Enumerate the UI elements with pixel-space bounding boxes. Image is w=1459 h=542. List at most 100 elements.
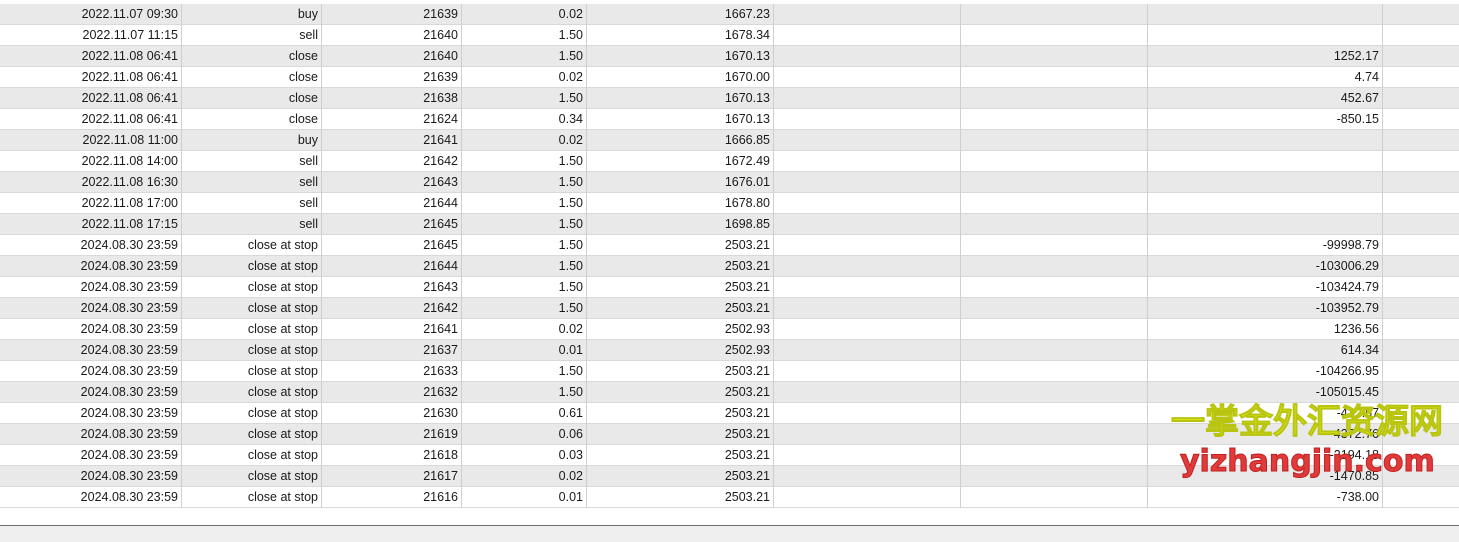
table-row[interactable]: 2022.11.08 16:30 sell 21643 1.50 1676.01 [0, 172, 1459, 193]
profit-cell: -103424.79 [1148, 277, 1383, 298]
table-row[interactable]: 2024.08.30 23:59 close at stop 21633 1.50 25… [0, 361, 1459, 382]
balance-cell [1383, 109, 1459, 130]
tp-cell [961, 172, 1148, 193]
table-row[interactable]: 2022.11.08 11:00 buy 21641 0.02 1666.85 [0, 130, 1459, 151]
sl-cell [774, 319, 961, 340]
tp-cell [961, 487, 1148, 508]
tp-cell [961, 130, 1148, 151]
profit-cell: -103006.29 [1148, 256, 1383, 277]
table-row[interactable]: 2024.08.30 23:59 close at stop 21641 0.02 25… [0, 319, 1459, 340]
size-cell: 1.50 [462, 172, 587, 193]
tp-cell [961, 88, 1148, 109]
balance-cell [1383, 319, 1459, 340]
tp-cell [961, 340, 1148, 361]
table-row[interactable]: 2024.08.30 23:59 close at stop 21644 1.50 25… [0, 256, 1459, 277]
tp-cell [961, 466, 1148, 487]
type-cell: close [182, 88, 322, 109]
time-cell: 2022.11.07 09:30 [0, 4, 182, 25]
table-row[interactable]: 2024.08.30 23:59 close at stop 21645 1.50 25… [0, 235, 1459, 256]
table-row[interactable]: 2022.11.07 09:30 buy 21639 0.02 1667.23 [0, 4, 1459, 25]
price-cell: 2503.21 [587, 256, 774, 277]
type-cell: close at stop [182, 445, 322, 466]
table-row[interactable]: 2022.11.08 14:00 sell 21642 1.50 1672.49 [0, 151, 1459, 172]
profit-cell [1148, 25, 1383, 46]
sl-cell [774, 235, 961, 256]
sl-cell [774, 298, 961, 319]
order-cell: 21642 [322, 298, 462, 319]
time-cell: 2022.11.08 06:41 [0, 46, 182, 67]
balance-cell [1383, 25, 1459, 46]
balance-cell [1383, 130, 1459, 151]
tp-cell [961, 25, 1148, 46]
order-cell: 21633 [322, 361, 462, 382]
size-cell: 1.50 [462, 235, 587, 256]
order-cell: 21630 [322, 403, 462, 424]
tp-cell [961, 361, 1148, 382]
table-row[interactable]: 2022.11.08 06:41 close 21639 0.02 1670.00 4.7… [0, 67, 1459, 88]
size-cell: 1.50 [462, 382, 587, 403]
tp-cell [961, 214, 1148, 235]
sl-cell [774, 46, 961, 67]
type-cell: close [182, 67, 322, 88]
balance-cell [1383, 256, 1459, 277]
size-cell: 1.50 [462, 361, 587, 382]
table-row[interactable]: 2024.08.30 23:59 close at stop 21642 1.50 25… [0, 298, 1459, 319]
time-cell: 2024.08.30 23:59 [0, 340, 182, 361]
type-cell: buy [182, 130, 322, 151]
tp-cell [961, 298, 1148, 319]
price-cell: 2503.21 [587, 235, 774, 256]
sl-cell [774, 109, 961, 130]
sl-cell [774, 130, 961, 151]
table-row[interactable]: 2022.11.08 06:41 close 21640 1.50 1670.13 125… [0, 46, 1459, 67]
size-cell: 1.50 [462, 46, 587, 67]
table-row[interactable]: 2024.08.30 23:59 close at stop 21643 1.50 25… [0, 277, 1459, 298]
time-cell: 2024.08.30 23:59 [0, 487, 182, 508]
price-cell: 1678.80 [587, 193, 774, 214]
price-cell: 2503.21 [587, 403, 774, 424]
order-cell: 21639 [322, 67, 462, 88]
order-cell: 21645 [322, 235, 462, 256]
time-cell: 2024.08.30 23:59 [0, 445, 182, 466]
balance-cell [1383, 4, 1459, 25]
balance-cell [1383, 214, 1459, 235]
time-cell: 2022.11.08 11:00 [0, 130, 182, 151]
sl-cell [774, 214, 961, 235]
profit-cell: 452.67 [1148, 88, 1383, 109]
time-cell: 2024.08.30 23:59 [0, 298, 182, 319]
balance-cell [1383, 67, 1459, 88]
order-cell: 21618 [322, 445, 462, 466]
table-row[interactable]: 2022.11.08 06:41 close 21638 1.50 1670.13 452… [0, 88, 1459, 109]
order-cell: 21642 [322, 151, 462, 172]
status-bar [0, 526, 1459, 542]
table-row[interactable]: 2022.11.08 17:00 sell 21644 1.50 1678.80 [0, 193, 1459, 214]
sl-cell [774, 88, 961, 109]
table-row[interactable]: 2024.08.30 23:59 close at stop 21637 0.01 25… [0, 340, 1459, 361]
sl-cell [774, 193, 961, 214]
size-cell: 0.03 [462, 445, 587, 466]
price-cell: 1670.00 [587, 67, 774, 88]
table-row[interactable]: 2022.11.08 06:41 close 21624 0.34 1670.13 -85… [0, 109, 1459, 130]
table-row[interactable]: 2024.08.30 23:59 close at stop 21616 0.01 25… [0, 487, 1459, 508]
type-cell: close at stop [182, 298, 322, 319]
time-cell: 2022.11.07 11:15 [0, 25, 182, 46]
price-cell: 2502.93 [587, 340, 774, 361]
sl-cell [774, 256, 961, 277]
table-row[interactable]: 2022.11.07 11:15 sell 21640 1.50 1678.34 [0, 25, 1459, 46]
order-cell: 21619 [322, 424, 462, 445]
tp-cell [961, 277, 1148, 298]
type-cell: sell [182, 172, 322, 193]
order-cell: 21624 [322, 109, 462, 130]
order-cell: 21616 [322, 487, 462, 508]
price-cell: 1670.13 [587, 46, 774, 67]
order-cell: 21643 [322, 172, 462, 193]
type-cell: close at stop [182, 256, 322, 277]
type-cell: close at stop [182, 319, 322, 340]
profit-cell: -738.00 [1148, 487, 1383, 508]
sl-cell [774, 340, 961, 361]
time-cell: 2024.08.30 23:59 [0, 277, 182, 298]
size-cell: 1.50 [462, 214, 587, 235]
type-cell: close at stop [182, 361, 322, 382]
price-cell: 1670.13 [587, 109, 774, 130]
type-cell: close at stop [182, 277, 322, 298]
table-row[interactable]: 2022.11.08 17:15 sell 21645 1.50 1698.85 [0, 214, 1459, 235]
